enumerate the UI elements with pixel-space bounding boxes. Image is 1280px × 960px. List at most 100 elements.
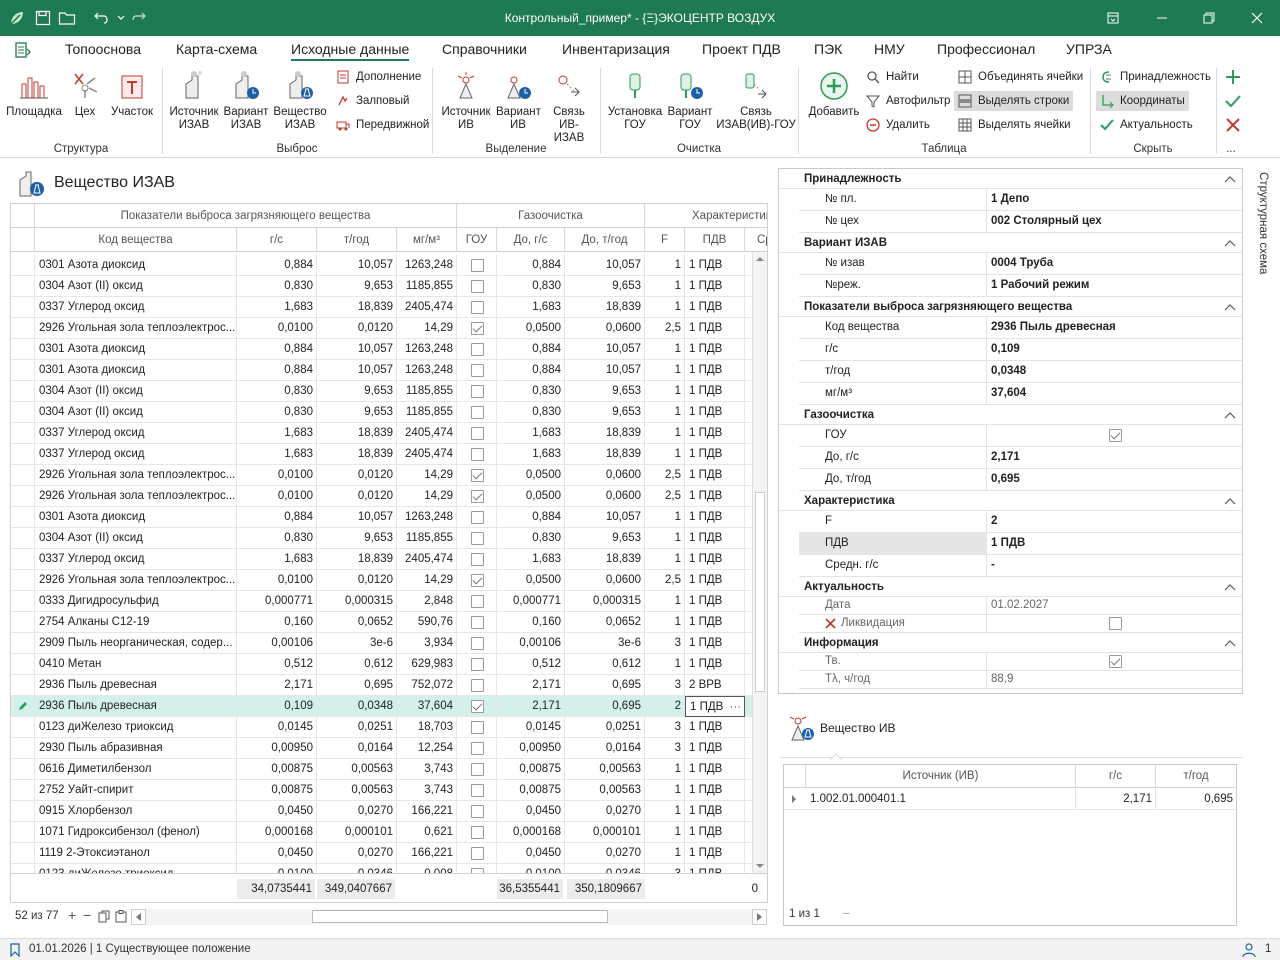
cell-do-gs[interactable]: 0,00875 <box>497 780 565 801</box>
row-indicator[interactable] <box>11 675 35 696</box>
iv-col-source[interactable]: Источник (ИВ) <box>806 765 1076 787</box>
gou-checkbox[interactable] <box>471 427 484 440</box>
collapse-chevron-icon[interactable] <box>1224 239 1236 247</box>
cell-mgm3[interactable]: 0,621 <box>397 822 457 843</box>
source-iv-button[interactable]: Источник ИВ <box>438 70 494 132</box>
cell-f[interactable]: 2,5 <box>645 318 685 339</box>
cell-mgm3[interactable]: 2405,474 <box>397 423 457 444</box>
table-row[interactable]: 2930 Пыль абразивная 0,00950 0,0164 12,254 0… <box>11 738 757 759</box>
cell-pdv[interactable]: 1 ПДВ <box>685 738 745 759</box>
cell-do-gs[interactable]: 0,830 <box>497 528 565 549</box>
cell-do-tgod[interactable]: 9,653 <box>565 381 645 402</box>
menu-nmu[interactable]: НМУ <box>874 41 905 57</box>
cell-gou[interactable] <box>457 486 497 507</box>
property-row[interactable]: ГОУ <box>799 425 1242 447</box>
cell-tgod[interactable]: 9,653 <box>317 402 397 423</box>
property-value[interactable]: 0,695 <box>991 469 1242 490</box>
confirm-icon[interactable] <box>1224 92 1242 113</box>
gou-checkbox[interactable] <box>471 343 484 356</box>
gou-checkbox[interactable] <box>471 784 484 797</box>
cell-f[interactable]: 1 <box>645 423 685 444</box>
cell-code[interactable]: 2754 Алканы С12-19 <box>35 612 237 633</box>
gou-checkbox[interactable] <box>471 616 484 629</box>
side-tab-structure[interactable]: Структурная схема <box>1249 168 1280 948</box>
row-indicator[interactable] <box>11 486 35 507</box>
table-row[interactable]: 0301 Азота диоксид 0,884 10,057 1263,248 0,8… <box>11 255 757 276</box>
cell-pdv[interactable]: 1 ПДВ <box>685 423 745 444</box>
ellipsis-button-icon[interactable]: ··· <box>730 697 742 716</box>
cell-do-tgod[interactable]: 9,653 <box>565 528 645 549</box>
row-indicator[interactable] <box>11 549 35 570</box>
cell-do-tgod[interactable]: 0,000315 <box>565 591 645 612</box>
substance-izav-button[interactable]: Вещество ИЗАВ <box>272 70 328 132</box>
cell-gs[interactable]: 0,830 <box>237 381 317 402</box>
cell-code[interactable]: 0337 Углерод оксид <box>35 549 237 570</box>
cell-pdv[interactable]: 1 ПДВ <box>685 759 745 780</box>
cell-f[interactable]: 1 <box>645 444 685 465</box>
cell-pdv[interactable]: 1 ПДВ <box>685 780 745 801</box>
cell-gs[interactable]: 0,000771 <box>237 591 317 612</box>
cell-code[interactable]: 0337 Углерод оксид <box>35 423 237 444</box>
nav-copy-icon[interactable] <box>98 910 110 923</box>
salvo-button[interactable]: Залповый <box>336 91 409 111</box>
menu-source-data[interactable]: Исходные данные <box>291 41 410 61</box>
plus-icon[interactable] <box>1224 68 1242 89</box>
menu-project-pdv[interactable]: Проект ПДВ <box>702 41 781 57</box>
cell-do-gs[interactable]: 1,683 <box>497 297 565 318</box>
row-indicator[interactable] <box>11 402 35 423</box>
belonging-button[interactable]: Принадлежность <box>1100 67 1211 87</box>
col-header-do-tgod[interactable]: До, т/год <box>565 228 645 251</box>
table-row[interactable]: 2936 Пыль древесная 0,109 0,0348 37,604 2,17… <box>11 696 757 717</box>
cell-do-gs[interactable]: 0,884 <box>497 360 565 381</box>
table-row[interactable]: 0304 Азот (II) оксид 0,830 9,653 1185,855 0,… <box>11 528 757 549</box>
cell-pdv[interactable]: 1 ПДВ <box>685 465 745 486</box>
cell-do-gs[interactable]: 0,0500 <box>497 570 565 591</box>
addition-button[interactable]: Дополнение <box>336 67 421 87</box>
cell-pdv[interactable]: 1 ПДВ <box>685 654 745 675</box>
cell-gou[interactable] <box>457 297 497 318</box>
cell-gou[interactable] <box>457 339 497 360</box>
cell-gs[interactable]: 0,884 <box>237 360 317 381</box>
cell-pdv[interactable]: 1 ПДВ <box>685 318 745 339</box>
cell-tgod[interactable]: 18,839 <box>317 549 397 570</box>
property-row[interactable]: Тв. <box>799 653 1242 671</box>
cell-code[interactable]: 0337 Углерод оксид <box>35 297 237 318</box>
gou-checkbox[interactable] <box>471 847 484 860</box>
cell-tgod[interactable]: 0,0164 <box>317 738 397 759</box>
gou-checkbox[interactable] <box>471 364 484 377</box>
cell-pdv[interactable]: 1 ПДВ ··· <box>685 696 745 717</box>
table-row[interactable]: 0337 Углерод оксид 1,683 18,839 2405,474 1,6… <box>11 444 757 465</box>
cell-code[interactable]: 2909 Пыль неорганическая, содер... <box>35 633 237 654</box>
cell-pdv[interactable]: 1 ПДВ <box>685 360 745 381</box>
cell-do-gs[interactable]: 0,0500 <box>497 486 565 507</box>
cell-f[interactable]: 1 <box>645 843 685 864</box>
coordinates-button[interactable]: Координаты <box>1096 91 1189 111</box>
cell-gou[interactable] <box>457 360 497 381</box>
cell-mgm3[interactable]: 1263,248 <box>397 360 457 381</box>
link-izav-gou-button[interactable]: Связь ИЗАВ(ИВ)-ГОУ <box>716 70 796 132</box>
property-row[interactable]: № пл. 1 Депо <box>799 189 1242 211</box>
property-row[interactable]: Ликвидация <box>799 615 1242 633</box>
gou-checkbox[interactable] <box>471 826 484 839</box>
cell-code[interactable]: 2926 Угольная зола теплоэлектрос... <box>35 570 237 591</box>
menu-uprza[interactable]: УПРЗА <box>1066 41 1112 57</box>
cell-code[interactable]: 2936 Пыль древесная <box>35 675 237 696</box>
variant-gou-button[interactable]: Вариант ГОУ <box>666 70 714 132</box>
cell-pdv[interactable]: 1 ПДВ <box>685 402 745 423</box>
table-row[interactable]: 0337 Углерод оксид 1,683 18,839 2405,474 1,6… <box>11 549 757 570</box>
cell-gou[interactable] <box>457 465 497 486</box>
iv-col-tgod[interactable]: т/год <box>1156 765 1236 787</box>
source-izav-button[interactable]: Источник ИЗАВ <box>168 70 220 132</box>
menu-topobasis[interactable]: Топооснова <box>65 41 141 57</box>
cell-mgm3[interactable]: 1185,855 <box>397 381 457 402</box>
table-row[interactable]: 0616 Диметилбензол 0,00875 0,00563 3,743 0,0… <box>11 759 757 780</box>
cell-gs[interactable]: 0,00106 <box>237 633 317 654</box>
table-row[interactable]: 2754 Алканы С12-19 0,160 0,0652 590,76 0,160… <box>11 612 757 633</box>
cell-gou[interactable] <box>457 801 497 822</box>
menu-pek[interactable]: ПЭК <box>814 41 842 57</box>
cell-do-tgod[interactable]: 0,0270 <box>565 843 645 864</box>
cell-gou[interactable] <box>457 381 497 402</box>
cell-do-tgod[interactable]: 0,0164 <box>565 738 645 759</box>
cell-do-gs[interactable]: 0,884 <box>497 507 565 528</box>
cell-gou[interactable] <box>457 654 497 675</box>
